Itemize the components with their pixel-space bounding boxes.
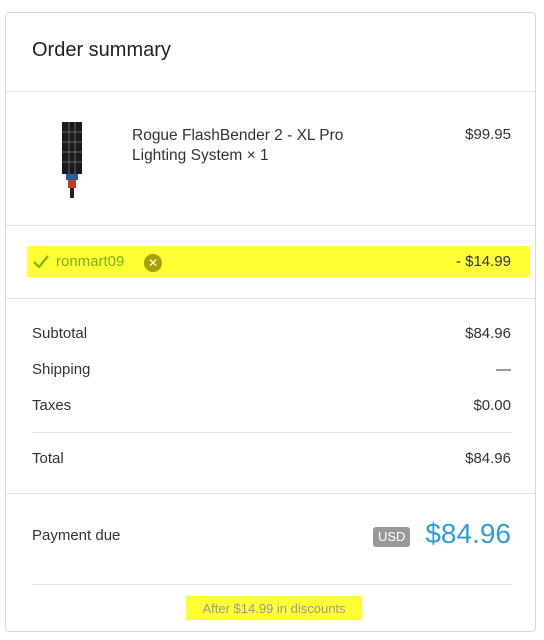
shipping-label: Shipping bbox=[32, 361, 91, 378]
check-icon bbox=[33, 255, 49, 268]
product-image-icon bbox=[62, 122, 82, 198]
payment-due-label: Payment due bbox=[32, 527, 121, 544]
remove-discount-icon[interactable]: ✕ bbox=[144, 254, 162, 272]
line-item: Rogue FlashBender 2 - XL Pro Lighting Sy… bbox=[6, 92, 535, 226]
order-summary-panel: Order summary Rogue FlashBender 2 - XL P… bbox=[5, 12, 536, 632]
taxes-label: Taxes bbox=[32, 397, 72, 414]
product-name: Rogue FlashBender 2 - XL Pro Lighting Sy… bbox=[132, 127, 344, 164]
payment-due-amount: $84.96 bbox=[425, 518, 511, 549]
order-summary-header: Order summary bbox=[6, 13, 535, 92]
currency-badge: USD bbox=[373, 527, 411, 547]
page-title: Order summary bbox=[32, 39, 171, 61]
subtotal-label: Subtotal bbox=[32, 325, 88, 342]
savings-note: After $14.99 in discounts bbox=[202, 601, 346, 616]
total-value: $84.96 bbox=[465, 450, 511, 467]
discount-row: ronmart09 ✕ - $14.99 bbox=[6, 226, 535, 299]
totals-section: Subtotal $84.96 Shipping — Taxes $0.00 T… bbox=[6, 299, 535, 494]
discount-code: ronmart09 bbox=[56, 253, 125, 270]
taxes-value: $0.00 bbox=[473, 397, 511, 414]
payment-due-section: Payment due USD $84.96 After $14.99 in d… bbox=[6, 494, 535, 634]
totals-divider bbox=[32, 432, 511, 433]
payment-divider bbox=[32, 584, 511, 585]
subtotal-value: $84.96 bbox=[465, 325, 511, 342]
shipping-value: — bbox=[496, 361, 511, 378]
product-price: $99.95 bbox=[465, 126, 511, 143]
total-label: Total bbox=[32, 450, 64, 467]
discount-amount: - $14.99 bbox=[455, 253, 511, 270]
